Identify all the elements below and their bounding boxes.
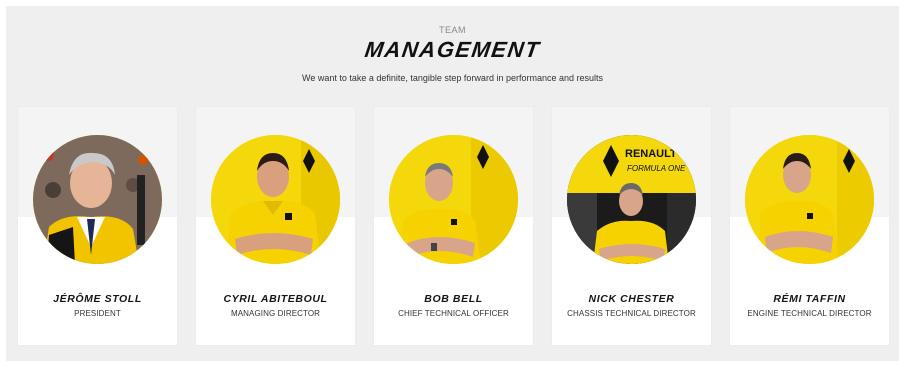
svg-text:RENAULT: RENAULT [625, 148, 677, 160]
member-name: NICK CHESTER [588, 293, 675, 305]
member-role: ENGINE TECHNICAL DIRECTOR [747, 309, 872, 318]
avatar [389, 135, 518, 264]
member-name: RÉMI TAFFIN [773, 293, 846, 305]
member-role: CHASSIS TECHNICAL DIRECTOR [567, 309, 696, 318]
member-role: CHIEF TECHNICAL OFFICER [398, 309, 509, 318]
team-card-cyril-abiteboul[interactable]: CYRIL ABITEBOUL MANAGING DIRECTOR [196, 107, 355, 345]
team-cards: JÉRÔME STOLL PRESIDENT CYRIL ABITEBOUL M… [18, 107, 889, 345]
team-card-nick-chester[interactable]: RENAULT FORMULA ONE NICK CHESTER CHASSIS… [552, 107, 711, 345]
management-section: TEAM MANAGEMENT We want to take a defini… [6, 6, 899, 361]
avatar [211, 135, 340, 264]
member-name: JÉRÔME STOLL [53, 293, 142, 305]
avatar [33, 135, 162, 264]
section-title: MANAGEMENT [363, 37, 542, 62]
avatar [745, 135, 874, 264]
section-subtitle: We want to take a definite, tangible ste… [302, 73, 603, 83]
member-role: MANAGING DIRECTOR [230, 309, 321, 318]
member-role: PRESIDENT [74, 309, 121, 318]
team-card-bob-bell[interactable]: BOB BELL CHIEF TECHNICAL OFFICER [374, 107, 533, 345]
team-card-remi-taffin[interactable]: RÉMI TAFFIN ENGINE TECHNICAL DIRECTOR [730, 107, 889, 345]
section-eyebrow: TEAM [438, 25, 466, 35]
member-name: CYRIL ABITEBOUL [223, 293, 328, 305]
member-name: BOB BELL [424, 293, 483, 305]
avatar: RENAULT FORMULA ONE [567, 135, 696, 264]
svg-text:FORMULA ONE: FORMULA ONE [627, 164, 686, 173]
team-card-jerome-stoll[interactable]: JÉRÔME STOLL PRESIDENT [18, 107, 177, 345]
